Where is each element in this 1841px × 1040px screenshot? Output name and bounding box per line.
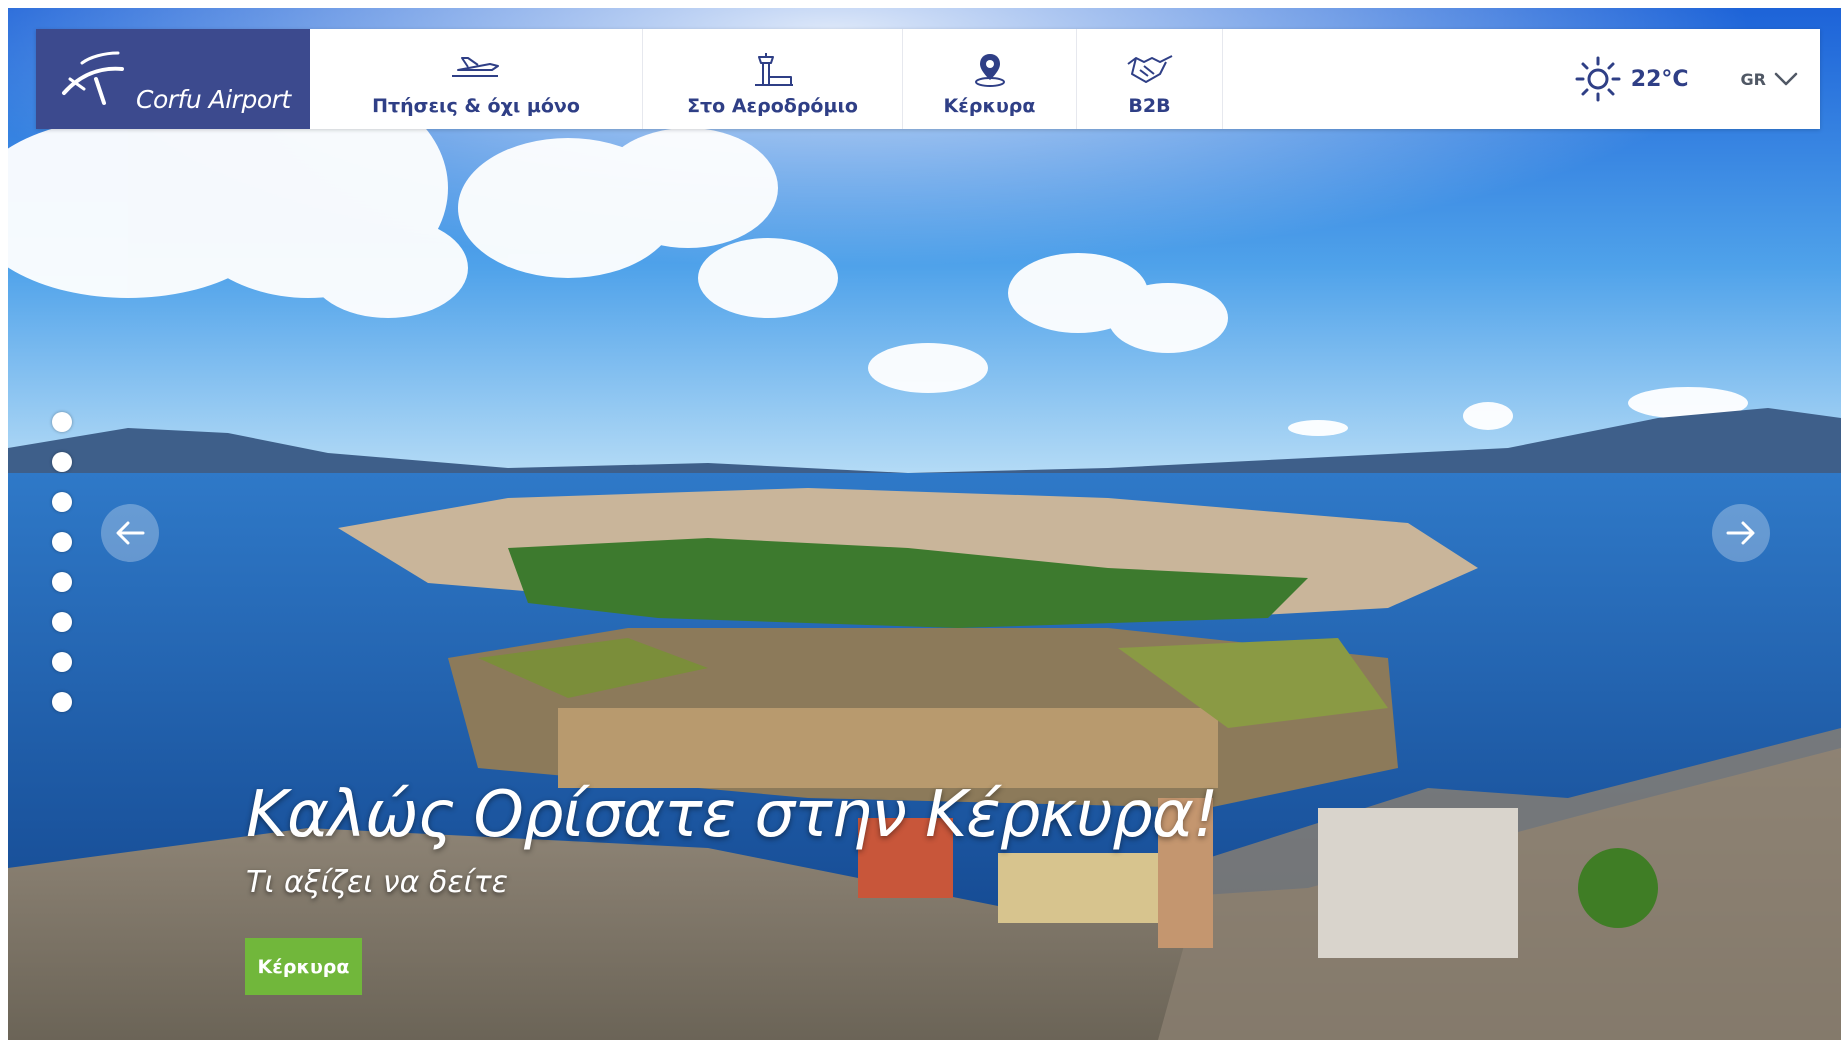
slider-dot[interactable] bbox=[52, 572, 72, 592]
nav-item-at-airport[interactable]: Στο Αεροδρόμιο bbox=[643, 29, 903, 129]
nav-item-label: Πτήσεις & όχι μόνο bbox=[372, 95, 580, 117]
slider-next-button[interactable] bbox=[1712, 504, 1770, 562]
nav-item-label: Κέρκυρα bbox=[943, 95, 1036, 117]
nav-item-label: Στο Αεροδρόμιο bbox=[687, 95, 858, 117]
slider-dot[interactable] bbox=[52, 452, 72, 472]
slider-dot[interactable] bbox=[52, 692, 72, 712]
chevron-down-icon bbox=[1774, 72, 1798, 86]
control-tower-icon bbox=[754, 53, 793, 86]
weather-temperature: 22°C bbox=[1630, 66, 1689, 92]
arrow-right-icon bbox=[1726, 521, 1755, 545]
weather-widget: 22°C bbox=[1575, 29, 1741, 129]
slider-dot[interactable] bbox=[52, 612, 72, 632]
nav-item-label: B2B bbox=[1128, 95, 1171, 117]
sun-icon bbox=[1575, 56, 1621, 102]
slider-dot[interactable] bbox=[52, 492, 72, 512]
brand-name: Corfu Airport bbox=[136, 85, 291, 114]
arrow-left-icon bbox=[116, 521, 145, 545]
language-code: GR bbox=[1740, 69, 1766, 89]
hero-subheadline: Τι αξίζει να δείτε bbox=[246, 865, 508, 900]
top-navigation-bar: Corfu Airport Πτήσεις & όχι μόνο Στο Αερ… bbox=[36, 29, 1820, 129]
slider-dot[interactable] bbox=[52, 412, 72, 432]
map-pin-icon bbox=[974, 54, 1005, 87]
nav-item-corfu[interactable]: Κέρκυρα bbox=[903, 29, 1077, 129]
slider-prev-button[interactable] bbox=[101, 504, 159, 562]
nav-item-b2b[interactable]: B2B bbox=[1077, 29, 1223, 129]
brand-logo[interactable]: Corfu Airport bbox=[36, 29, 310, 129]
airport-logo-icon bbox=[62, 51, 124, 105]
hero-slider: Καλώς Ορίσατε στην Κέρκυρα! Τι αξίζει να… bbox=[8, 8, 1841, 1040]
slider-dot[interactable] bbox=[52, 532, 72, 552]
slider-dot[interactable] bbox=[52, 652, 72, 672]
handshake-icon bbox=[1126, 55, 1172, 83]
slider-pagination bbox=[52, 412, 72, 732]
hero-cta-button[interactable]: Κέρκυρα bbox=[245, 938, 362, 995]
nav-item-flights[interactable]: Πτήσεις & όχι μόνο bbox=[310, 29, 643, 129]
airplane-icon bbox=[452, 57, 499, 77]
page: Καλώς Ορίσατε στην Κέρκυρα! Τι αξίζει να… bbox=[0, 0, 1841, 1040]
language-selector[interactable]: GR bbox=[1741, 29, 1820, 129]
hero-headline: Καλώς Ορίσατε στην Κέρκυρα! bbox=[246, 778, 1219, 852]
